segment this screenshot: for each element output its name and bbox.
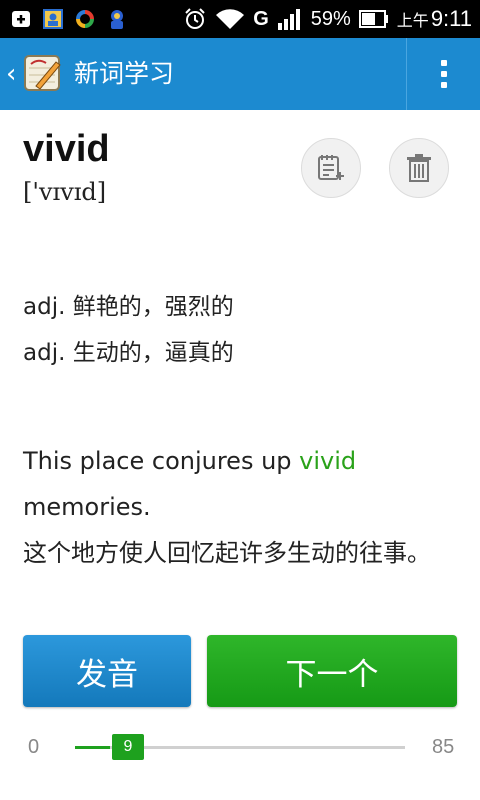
page-title: 新词学习 (74, 59, 175, 88)
baby-app-icon (111, 10, 123, 29)
pronounce-button[interactable]: 发音 (23, 635, 191, 707)
progress-thumb[interactable]: 9 (112, 734, 144, 760)
clock-time: 9:11 (430, 6, 472, 31)
example-sentence: This place conjures up vivid memories. 这… (23, 438, 463, 576)
notepad-add-icon (318, 155, 344, 180)
example-english: This place conjures up vivid memories. (23, 438, 463, 530)
meaning-line: adj. 鲜艳的，强烈的 (23, 294, 234, 320)
progress-fill (75, 746, 110, 749)
battery-percent: 59% (310, 7, 351, 30)
example-translation: 这个地方使人回忆起许多生动的往事。 (23, 539, 431, 567)
action-bar: ‹ 新词学习 (0, 38, 480, 110)
trash-icon (407, 154, 431, 182)
contact-card-icon (43, 9, 63, 29)
clock-period: 上午 (396, 13, 429, 30)
example-highlight-word: vivid (299, 447, 357, 475)
word-title: vivid (23, 128, 110, 170)
wifi-icon (216, 9, 245, 29)
status-bar: G 59% 上午9:11 (0, 0, 480, 38)
word-meanings: adj. 鲜艳的，强烈的 adj. 生动的，逼真的 (23, 284, 234, 376)
progress-max-label: 85 (432, 736, 455, 758)
alarm-icon (185, 8, 205, 29)
progress-min-label: 0 (28, 736, 40, 758)
add-to-wordbook-button[interactable] (301, 138, 361, 198)
meaning-line: adj. 生动的，逼真的 (23, 340, 234, 366)
clock: 上午9:11 (397, 6, 472, 32)
next-word-button[interactable]: 下一个 (207, 635, 457, 707)
network-type-label: G (253, 7, 269, 30)
sync-app-icon (76, 10, 94, 28)
signal-icon (277, 9, 300, 30)
example-text-before: This place conjures up (23, 447, 300, 475)
back-chevron-icon[interactable]: ‹ (6, 60, 20, 88)
add-box-icon (12, 11, 30, 27)
battery-icon (358, 10, 388, 28)
app-logo-icon[interactable] (22, 52, 64, 94)
word-phonetic: ['vɪvɪd] (23, 178, 107, 206)
overflow-menu-icon[interactable] (407, 38, 480, 110)
delete-word-button[interactable] (389, 138, 449, 198)
example-text-after: memories. (23, 493, 151, 521)
